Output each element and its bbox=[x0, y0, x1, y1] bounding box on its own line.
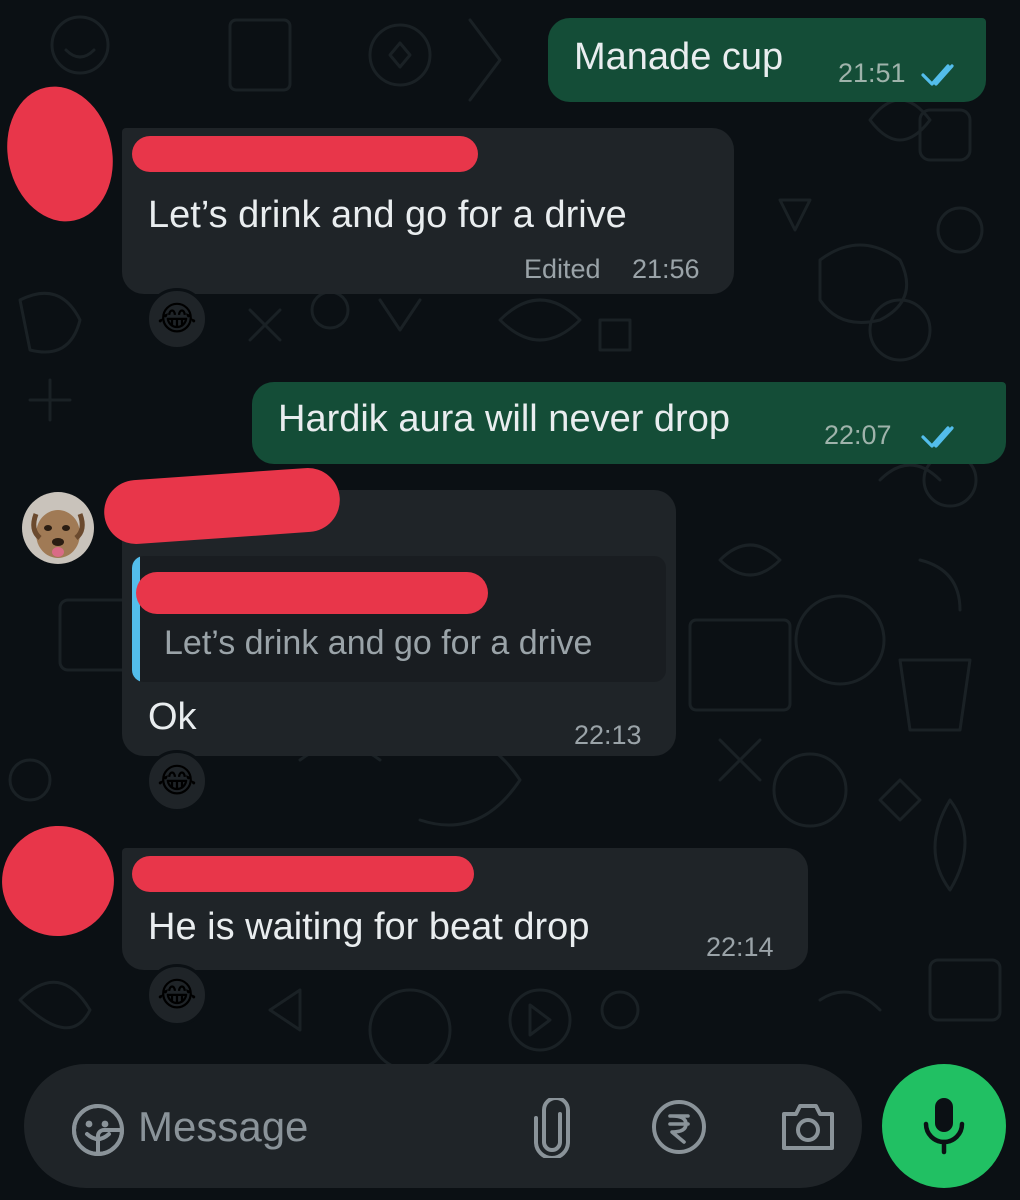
message-input[interactable] bbox=[136, 1094, 500, 1160]
message-text: Manade cup bbox=[574, 36, 784, 78]
quote-accent-bar bbox=[132, 556, 140, 682]
reaction-emoji: 😂 bbox=[157, 762, 197, 800]
chat-area[interactable]: Manade cup 21:51 Let’s drink and go for … bbox=[0, 0, 1020, 1200]
reaction-emoji: 😂 bbox=[157, 976, 197, 1014]
sticker-icon[interactable] bbox=[70, 1102, 126, 1158]
message-text: Ok bbox=[148, 696, 197, 738]
reaction-badge[interactable]: 😂 bbox=[146, 288, 208, 350]
outgoing-message-bubble[interactable]: Hardik aura will never drop 22:07 bbox=[252, 382, 1006, 464]
reaction-badge[interactable]: 😂 bbox=[146, 750, 208, 812]
edited-label: Edited bbox=[524, 254, 601, 284]
attach-icon[interactable] bbox=[528, 1098, 576, 1158]
reaction-emoji: 😂 bbox=[157, 300, 197, 338]
redacted-avatar bbox=[0, 814, 126, 948]
message-time: 22:14 bbox=[706, 932, 774, 962]
message-time: 22:13 bbox=[574, 720, 642, 750]
message-time: 21:51 bbox=[838, 58, 906, 88]
read-double-tick-icon bbox=[921, 426, 954, 448]
message-text: Hardik aura will never drop bbox=[278, 398, 730, 440]
message-composer bbox=[24, 1064, 862, 1188]
message-text: Let’s drink and go for a drive bbox=[148, 194, 627, 236]
redacted-quoted-sender bbox=[136, 572, 488, 614]
rupee-payment-icon[interactable] bbox=[650, 1098, 708, 1156]
reaction-badge[interactable]: 😂 bbox=[146, 964, 208, 1026]
outgoing-message-bubble[interactable]: Manade cup 21:51 bbox=[548, 18, 986, 102]
camera-icon[interactable] bbox=[778, 1100, 838, 1154]
dog-avatar-image bbox=[22, 492, 94, 564]
microphone-icon bbox=[923, 1098, 965, 1155]
message-time: 21:56 bbox=[632, 254, 700, 284]
read-double-tick-icon bbox=[921, 64, 954, 86]
redacted-sender-name bbox=[132, 136, 478, 172]
message-text: He is waiting for beat drop bbox=[148, 906, 590, 948]
redacted-avatar bbox=[0, 76, 126, 232]
voice-message-button[interactable] bbox=[882, 1064, 1006, 1188]
quoted-message-text: Let’s drink and go for a drive bbox=[164, 624, 593, 662]
sender-avatar[interactable] bbox=[22, 492, 94, 564]
message-time: 22:07 bbox=[824, 420, 892, 450]
redacted-sender-name bbox=[132, 856, 474, 892]
